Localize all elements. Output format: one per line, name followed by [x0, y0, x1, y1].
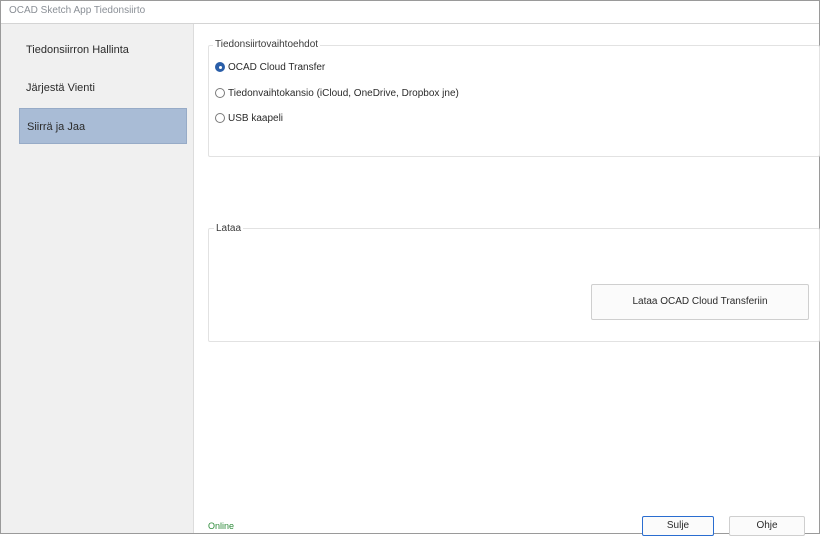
main-panel: Tiedonsiirtovaihtoehdot OCAD Cloud Trans… — [194, 24, 820, 536]
sidebar-item-jarjesta-vienti[interactable]: Järjestä Vienti — [19, 70, 187, 106]
radio-checked-icon[interactable] — [215, 62, 225, 72]
radio-ocad-cloud-transfer[interactable]: OCAD Cloud Transfer — [215, 60, 325, 74]
upload-title: Lataa — [214, 223, 244, 234]
status-label: Online — [208, 521, 235, 531]
radio-unchecked-icon[interactable] — [215, 113, 225, 123]
radio-tiedonvaihtokansio-label: Tiedonvaihtokansio (iCloud, OneDrive, Dr… — [228, 87, 459, 99]
sidebar-item-siirra-ja-jaa[interactable]: Siirrä ja Jaa — [19, 108, 187, 144]
help-button[interactable]: Ohje — [729, 516, 805, 536]
app-window: OCAD Sketch App Tiedonsiirto Tiedonsiirr… — [0, 0, 820, 536]
transfer-options-title: Tiedonsiirtovaihtoehdot — [213, 39, 321, 50]
title-bar: OCAD Sketch App Tiedonsiirto — [1, 1, 819, 24]
radio-tiedonvaihtokansio[interactable]: Tiedonvaihtokansio (iCloud, OneDrive, Dr… — [215, 86, 459, 100]
upload-cloud-transfer-button[interactable]: Lataa OCAD Cloud Transferiin — [591, 284, 809, 320]
radio-usb-kaapeli-label: USB kaapeli — [228, 112, 284, 124]
radio-ocad-cloud-transfer-label: OCAD Cloud Transfer — [228, 61, 326, 73]
radio-usb-kaapeli[interactable]: USB kaapeli — [215, 111, 283, 125]
window-title: OCAD Sketch App Tiedonsiirto — [9, 5, 146, 16]
radio-unchecked-icon[interactable] — [215, 88, 225, 98]
close-button[interactable]: Sulje — [642, 516, 714, 536]
sidebar: Tiedonsiirron Hallinta Järjestä Vienti S… — [1, 24, 194, 533]
sidebar-item-tiedonsiirron-hallinta[interactable]: Tiedonsiirron Hallinta — [19, 32, 187, 68]
